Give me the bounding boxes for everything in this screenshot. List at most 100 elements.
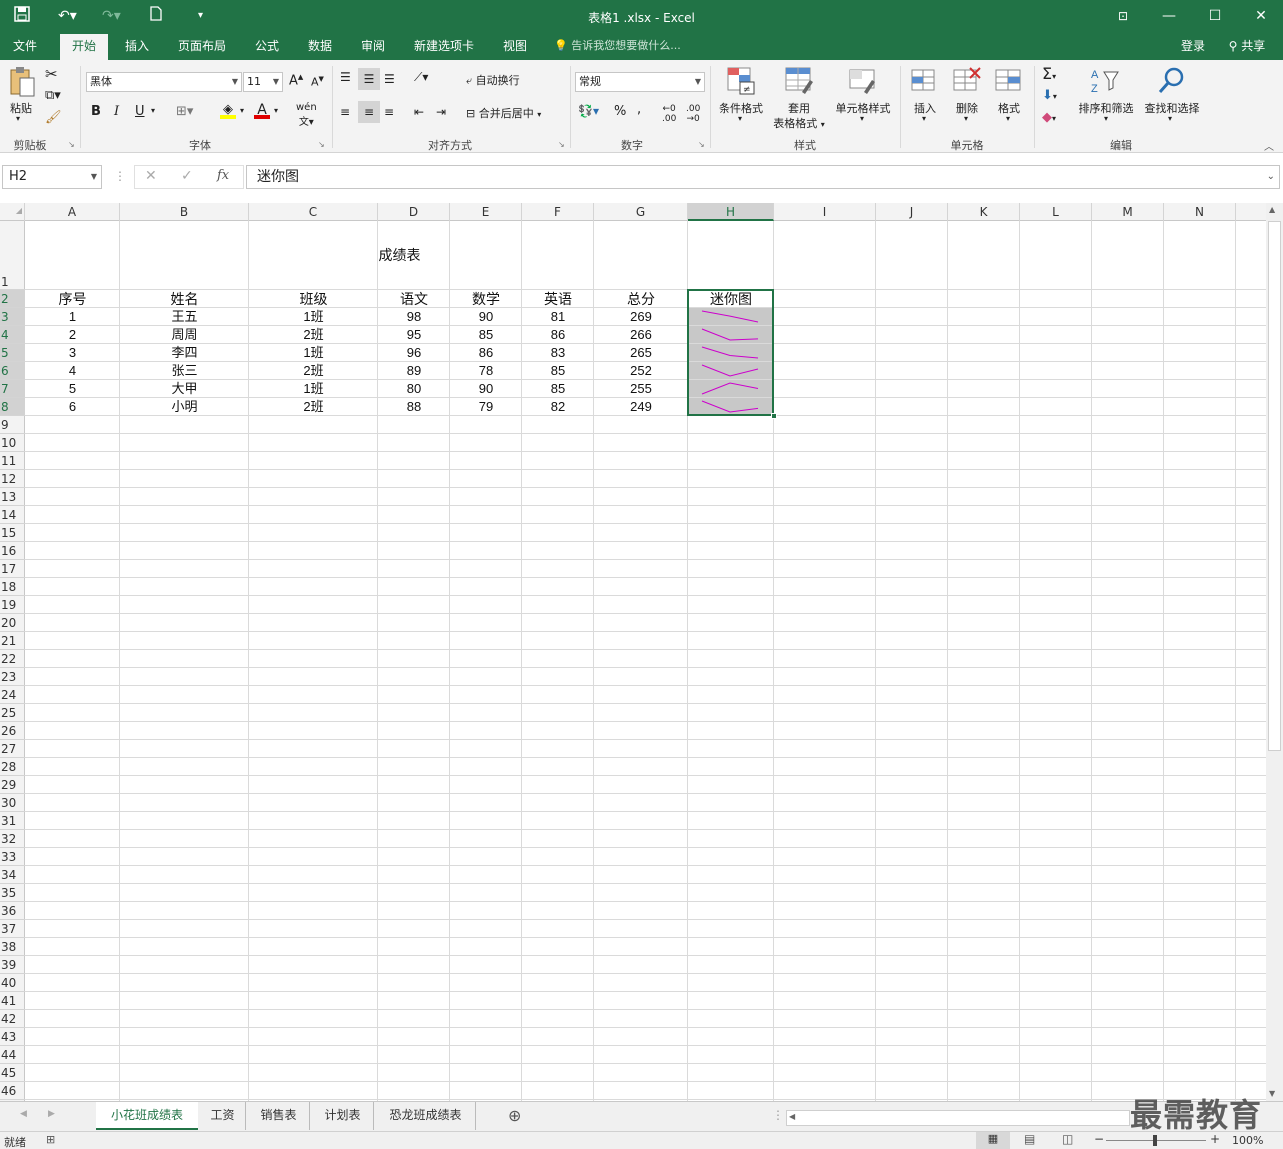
row-header-12[interactable]: 12 (0, 470, 25, 488)
row-header-4[interactable]: 4 (0, 326, 25, 344)
increase-indent-icon[interactable]: ⇥ (436, 105, 446, 119)
header-cell[interactable]: 英语 (522, 290, 594, 308)
data-cell[interactable]: 85 (522, 380, 594, 398)
header-cell[interactable]: 数学 (450, 290, 522, 308)
page-layout-view-icon[interactable]: ▤ (1024, 1132, 1035, 1146)
row-header-21[interactable]: 21 (0, 632, 25, 650)
zoom-in-icon[interactable]: + (1210, 1132, 1220, 1146)
data-cell[interactable]: 5 (25, 380, 120, 398)
sheet-tab-4[interactable]: 计划表 (312, 1102, 374, 1130)
align-middle-icon[interactable]: ☰ (358, 68, 380, 90)
next-sheet-icon[interactable]: ▶ (48, 1109, 55, 1119)
header-cell[interactable]: 班级 (249, 290, 378, 308)
underline-icon[interactable]: U (135, 104, 145, 119)
header-cell[interactable]: 姓名 (120, 290, 249, 308)
row-header-5[interactable]: 5 (0, 344, 25, 362)
tab-insert[interactable]: 插入 (116, 34, 158, 60)
header-cell[interactable]: 总分 (594, 290, 688, 308)
page-break-view-icon[interactable]: ◫ (1062, 1132, 1073, 1146)
paste-button[interactable]: 粘贴 (6, 100, 36, 116)
format-as-table-icon[interactable] (784, 66, 814, 96)
zoom-level[interactable]: 100% (1232, 1134, 1263, 1147)
close-button[interactable]: ✕ (1246, 4, 1276, 28)
tab-review[interactable]: 审阅 (352, 34, 394, 60)
align-right-icon[interactable]: ≡ (384, 105, 394, 119)
worksheet-grid[interactable]: 成绩表 序号 姓名 班级 语文 数学 英语 总分 迷你图 1 王五 1班 98 90 81 269 2 周周 2班 9… (25, 221, 1266, 1101)
chevron-down-icon[interactable]: ▾ (922, 114, 926, 123)
row-header-6[interactable]: 6 (0, 362, 25, 380)
fill-color-icon[interactable]: ◈ (220, 102, 236, 119)
font-name-box[interactable]: 黑体 ▼ (86, 72, 242, 92)
data-cell[interactable]: 王五 (120, 308, 249, 326)
row-header-45[interactable]: 45 (0, 1064, 25, 1082)
data-cell[interactable]: 255 (594, 380, 688, 398)
font-size-box[interactable]: 11 ▼ (243, 72, 283, 92)
row-header-33[interactable]: 33 (0, 848, 25, 866)
delete-cells-icon[interactable] (952, 66, 982, 96)
data-cell[interactable]: 95 (378, 326, 450, 344)
data-cell[interactable]: 1班 (249, 380, 378, 398)
tab-new[interactable]: 新建选项卡 (406, 34, 482, 60)
increase-font-icon[interactable]: A▲ (289, 73, 303, 88)
row-header-40[interactable]: 40 (0, 974, 25, 992)
data-cell[interactable]: 2班 (249, 398, 378, 416)
font-color-icon[interactable]: A (254, 102, 270, 119)
decrease-font-icon[interactable]: A▼ (311, 75, 324, 89)
sheet-tab-3[interactable]: 销售表 (248, 1102, 310, 1130)
format-as-table-button[interactable]: 表格格式 ▾ (766, 115, 832, 131)
maximize-button[interactable]: ☐ (1200, 4, 1230, 28)
data-cell[interactable]: 83 (522, 344, 594, 362)
column-header-l[interactable]: L (1020, 203, 1092, 221)
row-header-7[interactable]: 7 (0, 380, 25, 398)
tell-me-box[interactable]: 💡 告诉我您想要做什么... (554, 34, 704, 60)
row-header-18[interactable]: 18 (0, 578, 25, 596)
row-header-2[interactable]: 2 (0, 290, 25, 308)
data-cell[interactable]: 1 (25, 308, 120, 326)
row-header-8[interactable]: 8 (0, 398, 25, 416)
cell-styles-icon[interactable] (848, 66, 878, 96)
data-cell[interactable]: 98 (378, 308, 450, 326)
format-cells-icon[interactable] (994, 66, 1024, 96)
data-cell[interactable]: 79 (450, 398, 522, 416)
data-cell[interactable]: 266 (594, 326, 688, 344)
chevron-down-icon[interactable]: ▾ (1168, 114, 1172, 123)
data-cell[interactable]: 78 (450, 362, 522, 380)
column-header-h[interactable]: H (688, 203, 774, 221)
column-header-i[interactable]: I (774, 203, 876, 221)
name-box[interactable]: H2 ▼ (2, 165, 102, 189)
column-header-b[interactable]: B (120, 203, 249, 221)
align-top-icon[interactable]: ☰ (340, 70, 351, 84)
data-cell[interactable]: 3 (25, 344, 120, 362)
insert-cells-icon[interactable] (910, 66, 938, 96)
row-header-19[interactable]: 19 (0, 596, 25, 614)
underline-dropdown-icon[interactable]: ▾ (151, 106, 155, 115)
ribbon-display-icon[interactable]: ⊡ (1108, 4, 1138, 28)
data-cell[interactable]: 85 (450, 326, 522, 344)
tab-home[interactable]: 开始 (60, 34, 108, 60)
column-header-j[interactable]: J (876, 203, 948, 221)
data-cell[interactable]: 80 (378, 380, 450, 398)
data-cell[interactable]: 96 (378, 344, 450, 362)
column-header-k[interactable]: K (948, 203, 1020, 221)
sheet-tab-1[interactable]: 小花班成绩表 (96, 1102, 198, 1130)
data-cell[interactable]: 大甲 (120, 380, 249, 398)
row-header-1[interactable]: 1 (0, 221, 25, 290)
number-format-box[interactable]: 常规 ▼ (575, 72, 705, 92)
row-header-42[interactable]: 42 (0, 1010, 25, 1028)
row-header-37[interactable]: 37 (0, 920, 25, 938)
data-cell[interactable]: 252 (594, 362, 688, 380)
data-cell[interactable]: 李四 (120, 344, 249, 362)
row-header-32[interactable]: 32 (0, 830, 25, 848)
row-header-38[interactable]: 38 (0, 938, 25, 956)
row-header-28[interactable]: 28 (0, 758, 25, 776)
macro-record-icon[interactable]: ⊞ (46, 1133, 55, 1146)
data-cell[interactable]: 81 (522, 308, 594, 326)
autosum-icon[interactable]: Σ▾ (1042, 64, 1056, 83)
column-header-c[interactable]: C (249, 203, 378, 221)
row-header-9[interactable]: 9 (0, 416, 25, 434)
data-cell[interactable]: 6 (25, 398, 120, 416)
sort-filter-icon[interactable]: AZ (1090, 66, 1120, 96)
sheet-tab-5[interactable]: 恐龙班成绩表 (376, 1102, 476, 1130)
row-header-29[interactable]: 29 (0, 776, 25, 794)
row-header-15[interactable]: 15 (0, 524, 25, 542)
